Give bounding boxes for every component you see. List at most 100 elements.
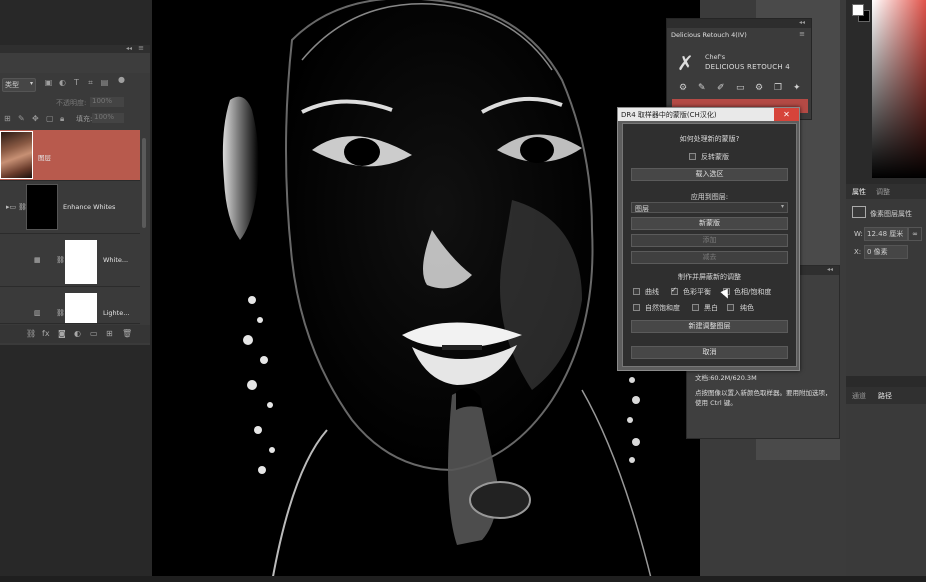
new-adjustment-layer-button[interactable]: 新建调整图层 xyxy=(631,320,788,333)
tab-properties[interactable]: 属性 xyxy=(852,187,866,197)
solid-color-checkbox[interactable] xyxy=(727,304,734,311)
panel-menu-icon[interactable]: ≡ xyxy=(799,30,805,38)
vibrance-label: 自然饱和度 xyxy=(645,304,680,312)
width-label: W: xyxy=(854,230,863,238)
collapse-icon[interactable]: ◂◂ xyxy=(827,266,833,273)
wand-icon[interactable]: ✦ xyxy=(793,83,801,93)
brand-name: DELICIOUS RETOUCH 4 xyxy=(705,63,790,71)
pencil-icon[interactable]: ✐ xyxy=(717,83,725,93)
color-picker-field[interactable] xyxy=(872,0,926,178)
new-layer-icon[interactable]: ⊞ xyxy=(106,329,113,338)
add-button[interactable]: 添加 xyxy=(631,234,788,247)
add-mask-icon[interactable]: ◙ xyxy=(58,329,66,338)
layer-row[interactable]: 图层 xyxy=(0,130,140,181)
tab-adjustments[interactable]: 调整 xyxy=(876,187,890,197)
layer-name: Enhance Whites xyxy=(63,203,116,211)
subtract-button[interactable]: 减去 xyxy=(631,251,788,264)
adjust-heading: 制作并屏蔽新的调整 xyxy=(678,273,741,281)
levels-layer-icon: ▥ xyxy=(34,309,41,317)
pixel-layer-icon xyxy=(852,206,866,218)
eraser-icon[interactable]: ▭ xyxy=(736,83,745,93)
dialog-titlebar[interactable]: DR4 取样器中的蒙版(CH汉化) ✕ xyxy=(618,108,799,121)
opacity-input[interactable]: 100% xyxy=(90,97,124,107)
close-icon[interactable]: ✕ xyxy=(774,108,799,121)
x-input[interactable]: 0 像素 xyxy=(864,245,908,259)
invert-mask-checkbox[interactable] xyxy=(689,153,696,160)
brush-icon[interactable]: ✎ xyxy=(698,83,706,93)
properties-tab-bar: 属性 调整 xyxy=(846,184,926,199)
link-icon: ⛓︎ xyxy=(56,309,65,317)
opacity-row: 不透明度: 100% xyxy=(0,95,150,110)
layer-mask-thumbnail xyxy=(65,240,97,284)
black-white-checkbox[interactable] xyxy=(692,304,699,311)
lock-all-icon[interactable]: 🔒︎ xyxy=(60,114,64,124)
color-balance-checkbox[interactable] xyxy=(671,286,678,295)
black-white-label: 黑白 xyxy=(704,304,718,312)
status-strip xyxy=(0,576,926,582)
shape-filter-icon[interactable]: ⌗ xyxy=(86,78,95,87)
link-layers-icon[interactable]: ⛓︎ xyxy=(26,329,36,338)
fill-input[interactable]: 100% xyxy=(92,113,124,123)
new-mask-button[interactable]: 新蒙版 xyxy=(631,217,788,230)
collapse-icon[interactable]: ◂◂ xyxy=(126,45,132,52)
new-adjustment-icon[interactable]: ◐ xyxy=(74,329,81,338)
tab-channels[interactable]: 通道 xyxy=(852,391,866,401)
settings-icon[interactable]: ⚙ xyxy=(679,83,687,93)
layer-mask-thumbnail xyxy=(65,293,97,323)
dialog-body: 如何处理新的蒙版? 反转蒙版 载入选区 应用到图层: 图层 ▾ 新蒙版 添加 减… xyxy=(622,123,797,367)
layer-name: White... xyxy=(103,256,129,264)
layer-kind-select[interactable]: 类型 ▾ xyxy=(2,78,36,92)
layers-tab-bar xyxy=(0,53,150,73)
layer-mask-thumbnail xyxy=(26,184,58,230)
curves-checkbox[interactable] xyxy=(633,288,640,295)
x-label: X: xyxy=(854,248,862,256)
adjustment-layer-icon: ▦ xyxy=(34,256,41,264)
layer-row[interactable]: ▥ ⛓︎ Lighte... xyxy=(0,287,140,324)
layers-panel-header[interactable]: ◂◂ ≡ xyxy=(0,44,150,53)
apply-to-layer-label: 应用到图层: xyxy=(690,193,729,201)
lock-transparency-icon[interactable]: ⊞ xyxy=(4,114,11,123)
scrollbar-thumb[interactable] xyxy=(142,138,146,228)
load-selection-button[interactable]: 载入选区 xyxy=(631,168,788,181)
lock-pixels-icon[interactable]: ✎ xyxy=(18,114,25,123)
layer-row[interactable]: ▸▭ ⛓︎ Enhance Whites xyxy=(0,181,140,234)
layers-panel: ◂◂ ≡ 类型 ▾ ▣ ◐ T ⌗ ▤ ● 不透明度: 100% ⊞ ✎ ✥ ▢… xyxy=(0,44,150,345)
gear-icon[interactable]: ⚙ xyxy=(755,83,763,93)
document-size: 文档:60.2M/620.3M xyxy=(695,374,757,382)
lock-artboard-icon[interactable]: ▢ xyxy=(46,114,54,123)
link-icon: ⛓︎ xyxy=(56,256,65,264)
tab-paths[interactable]: 路径 xyxy=(878,391,892,401)
cancel-button[interactable]: 取消 xyxy=(631,346,788,359)
curves-label: 曲线 xyxy=(645,288,659,296)
width-input[interactable]: 12.48 厘米 xyxy=(864,227,908,241)
layer-select[interactable]: 图层 ▾ xyxy=(631,202,788,213)
folder-icon[interactable]: ▸▭ xyxy=(6,203,16,211)
adjustment-filter-icon[interactable]: ◐ xyxy=(58,78,67,87)
panel-menu-icon[interactable]: ≡ xyxy=(138,44,144,52)
copy-icon[interactable]: ❐ xyxy=(774,83,782,93)
smart-object-filter-icon[interactable]: ▤ xyxy=(100,78,109,87)
trash-icon[interactable]: 🗑︎ xyxy=(122,329,132,338)
vibrance-checkbox[interactable] xyxy=(633,304,640,311)
collapse-icon[interactable]: ◂◂ xyxy=(799,19,805,26)
chevron-down-icon: ▾ xyxy=(29,80,33,87)
type-filter-icon[interactable]: T xyxy=(72,78,81,87)
invert-mask-label: 反转蒙版 xyxy=(701,153,729,161)
hue-saturation-label: 色相/饱和度 xyxy=(734,288,772,296)
fx-icon[interactable]: fx xyxy=(42,329,50,338)
pixel-filter-icon[interactable]: ▣ xyxy=(44,78,53,87)
layers-scrollbar[interactable] xyxy=(141,138,147,323)
new-group-icon[interactable]: ▭ xyxy=(90,329,98,338)
foreground-color-swatch[interactable] xyxy=(852,4,864,16)
layer-name: 图层 xyxy=(38,154,51,162)
info-help-text: 点按图像以置入新颜色取样器。要用附加选项，使用 Ctrl 键。 xyxy=(695,389,832,407)
fork-knife-logo-icon: ✗ xyxy=(677,51,694,75)
layer-thumbnail xyxy=(0,131,33,179)
channels-tab-bar: 通道 路径 xyxy=(846,387,926,404)
filter-toggle-icon[interactable]: ● xyxy=(117,75,126,84)
channels-panel: 通道 路径 xyxy=(846,387,926,582)
link-icon[interactable]: ∞ xyxy=(908,227,922,241)
panel-header[interactable]: ◂◂ xyxy=(667,19,811,28)
lock-position-icon[interactable]: ✥ xyxy=(32,114,39,123)
layer-row[interactable]: ▦ ⛓︎ White... xyxy=(0,234,140,287)
